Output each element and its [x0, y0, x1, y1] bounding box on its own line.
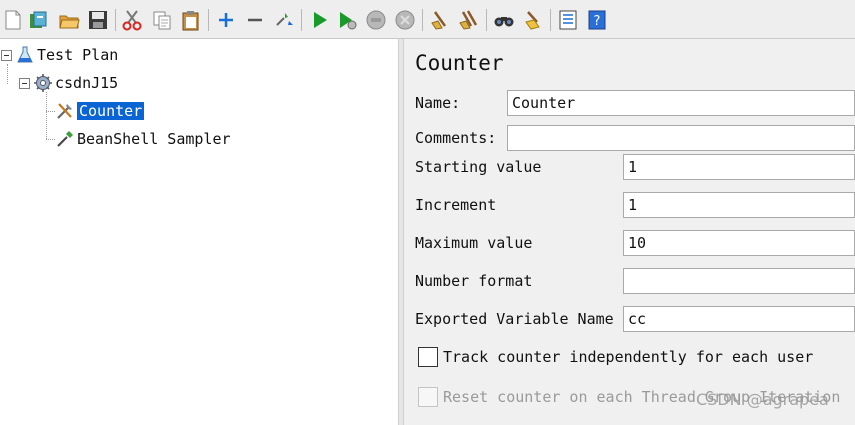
- collapse-toggle[interactable]: [19, 77, 30, 89]
- expand-icon[interactable]: [215, 9, 237, 31]
- gear-icon: [34, 74, 52, 92]
- starting-value-field[interactable]: 1: [623, 154, 855, 180]
- starting-value-label: Starting value: [415, 158, 542, 176]
- exported-variable-name-field[interactable]: cc: [623, 306, 855, 332]
- templates-icon[interactable]: [28, 9, 50, 31]
- start-no-pause-icon[interactable]: [336, 9, 358, 31]
- panel-title: Counter: [415, 51, 504, 75]
- tree-node-label: Test Plan: [37, 46, 119, 64]
- increment-label: Increment: [415, 196, 497, 214]
- watermark: CSDN @agrapea: [696, 390, 829, 409]
- track-counter-label: Track counter independently for each use…: [443, 348, 814, 366]
- maximum-value-label: Maximum value: [415, 234, 533, 252]
- search-icon[interactable]: [493, 9, 515, 31]
- reset-search-icon[interactable]: [522, 9, 544, 31]
- flask-icon: [16, 46, 34, 64]
- tree-node-counter[interactable]: Counter: [56, 100, 145, 122]
- new-icon[interactable]: [2, 9, 24, 31]
- comments-label: Comments:: [415, 129, 497, 147]
- tree-node-test-plan[interactable]: Test Plan: [1, 44, 118, 66]
- collapse-icon[interactable]: [244, 9, 266, 31]
- test-plan-tree: Test Plan csdnJ15 Counter BeanShell Samp…: [0, 39, 398, 425]
- reset-counter-checkbox: [418, 387, 438, 407]
- tree-node-label-selected: Counter: [77, 102, 145, 120]
- open-icon[interactable]: [58, 9, 80, 31]
- number-format-label: Number format: [415, 272, 533, 290]
- copy-icon[interactable]: [151, 9, 173, 31]
- increment-field[interactable]: 1: [623, 192, 855, 218]
- save-icon[interactable]: [87, 9, 109, 31]
- tools-icon: [56, 102, 74, 120]
- collapse-toggle[interactable]: [1, 49, 12, 61]
- svg-text:?: ?: [594, 14, 601, 29]
- name-label: Name:: [415, 94, 461, 112]
- track-counter-checkbox[interactable]: [418, 347, 438, 367]
- stop-icon[interactable]: [365, 9, 387, 31]
- name-field[interactable]: Counter: [507, 90, 855, 116]
- paste-icon[interactable]: [180, 9, 202, 31]
- toggle-icon[interactable]: [273, 9, 295, 31]
- tree-node-thread-group[interactable]: csdnJ15: [19, 72, 118, 94]
- comments-field[interactable]: [507, 125, 855, 151]
- shutdown-icon[interactable]: [394, 9, 416, 31]
- clear-icon[interactable]: [429, 9, 451, 31]
- help-icon[interactable]: ?: [586, 9, 608, 31]
- tree-node-beanshell-sampler[interactable]: BeanShell Sampler: [56, 128, 231, 150]
- maximum-value-field[interactable]: 10: [623, 230, 855, 256]
- counter-config-panel: Counter Name: Counter Comments: Starting…: [404, 39, 855, 425]
- toolbar: ?: [0, 0, 855, 39]
- tree-node-label: BeanShell Sampler: [77, 130, 231, 148]
- number-format-field[interactable]: [623, 268, 855, 294]
- start-icon[interactable]: [309, 9, 331, 31]
- exported-variable-name-label: Exported Variable Name: [415, 310, 614, 328]
- pipette-icon: [56, 130, 74, 148]
- cut-icon[interactable]: [121, 9, 143, 31]
- clear-all-icon[interactable]: [458, 9, 480, 31]
- tree-node-label: csdnJ15: [55, 74, 119, 92]
- function-helper-icon[interactable]: [557, 9, 579, 31]
